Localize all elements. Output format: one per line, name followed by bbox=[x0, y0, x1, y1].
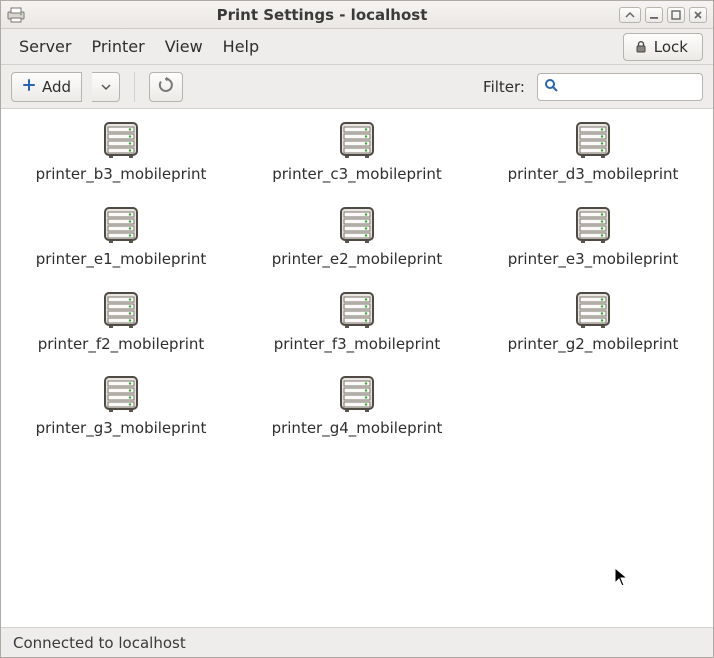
printer-icon bbox=[99, 117, 143, 161]
printer-icon bbox=[335, 202, 379, 246]
printer-item[interactable]: printer_c3_mobileprint bbox=[257, 117, 457, 184]
printer-item[interactable]: printer_g3_mobileprint bbox=[21, 371, 221, 438]
printer-item[interactable]: printer_e2_mobileprint bbox=[257, 202, 457, 269]
menubar: Server Printer View Help Lock bbox=[1, 29, 713, 65]
printer-icon bbox=[571, 202, 615, 246]
printer-item[interactable]: printer_g4_mobileprint bbox=[257, 371, 457, 438]
printer-label: printer_g3_mobileprint bbox=[36, 419, 207, 438]
add-button[interactable]: Add bbox=[11, 72, 82, 102]
search-icon bbox=[544, 78, 558, 96]
printer-icon bbox=[335, 371, 379, 415]
window-tile-button[interactable] bbox=[619, 7, 641, 23]
printer-list: printer_b3_mobileprint printer_c3_mobilep… bbox=[1, 109, 713, 627]
printer-label: printer_f3_mobileprint bbox=[274, 335, 441, 354]
window-close-button[interactable] bbox=[689, 7, 707, 23]
printer-label: printer_g4_mobileprint bbox=[272, 419, 443, 438]
printer-label: printer_d3_mobileprint bbox=[508, 165, 679, 184]
titlebar: Print Settings - localhost bbox=[1, 1, 713, 29]
window-maximize-button[interactable] bbox=[667, 7, 685, 23]
printer-label: printer_e2_mobileprint bbox=[272, 250, 443, 269]
printer-item[interactable]: printer_e1_mobileprint bbox=[21, 202, 221, 269]
printer-label: printer_c3_mobileprint bbox=[272, 165, 442, 184]
toolbar: Add Filter: bbox=[1, 65, 713, 109]
statusbar: Connected to localhost bbox=[1, 627, 713, 657]
window-title: Print Settings - localhost bbox=[31, 6, 613, 24]
lock-icon bbox=[634, 40, 648, 54]
menu-printer[interactable]: Printer bbox=[83, 31, 152, 62]
printer-label: printer_e3_mobileprint bbox=[508, 250, 679, 269]
menu-help[interactable]: Help bbox=[215, 31, 267, 62]
window: Print Settings - localhost Server Printe… bbox=[0, 0, 714, 658]
window-buttons bbox=[619, 7, 707, 23]
add-button-dropdown[interactable] bbox=[92, 72, 120, 102]
status-text: Connected to localhost bbox=[13, 634, 186, 652]
printer-item[interactable]: printer_g2_mobileprint bbox=[493, 287, 693, 354]
printer-item[interactable]: printer_b3_mobileprint bbox=[21, 117, 221, 184]
printer-icon bbox=[335, 287, 379, 331]
printer-icon bbox=[571, 117, 615, 161]
printer-label: printer_b3_mobileprint bbox=[36, 165, 207, 184]
search-filter[interactable] bbox=[537, 73, 703, 101]
printer-item[interactable]: printer_e3_mobileprint bbox=[493, 202, 693, 269]
printer-icon bbox=[99, 287, 143, 331]
printer-item[interactable]: printer_f2_mobileprint bbox=[21, 287, 221, 354]
plus-icon bbox=[22, 78, 36, 96]
printer-icon bbox=[99, 371, 143, 415]
printer-item[interactable]: printer_d3_mobileprint bbox=[493, 117, 693, 184]
printer-item[interactable]: printer_f3_mobileprint bbox=[257, 287, 457, 354]
menu-server[interactable]: Server bbox=[11, 31, 79, 62]
menu-view[interactable]: View bbox=[157, 31, 211, 62]
add-button-label: Add bbox=[42, 78, 71, 96]
printer-label: printer_e1_mobileprint bbox=[36, 250, 207, 269]
printer-label: printer_g2_mobileprint bbox=[508, 335, 679, 354]
printer-label: printer_f2_mobileprint bbox=[38, 335, 205, 354]
search-input[interactable] bbox=[564, 78, 714, 96]
refresh-button[interactable] bbox=[149, 72, 183, 102]
printer-icon bbox=[335, 117, 379, 161]
chevron-down-icon bbox=[101, 78, 111, 96]
lock-button-label: Lock bbox=[654, 38, 688, 56]
window-minimize-button[interactable] bbox=[645, 7, 663, 23]
printer-icon bbox=[571, 287, 615, 331]
printer-app-icon bbox=[7, 7, 25, 23]
printer-icon bbox=[99, 202, 143, 246]
lock-button[interactable]: Lock bbox=[623, 33, 703, 61]
toolbar-separator bbox=[134, 72, 135, 102]
filter-label: Filter: bbox=[483, 78, 525, 96]
refresh-icon bbox=[158, 77, 174, 97]
